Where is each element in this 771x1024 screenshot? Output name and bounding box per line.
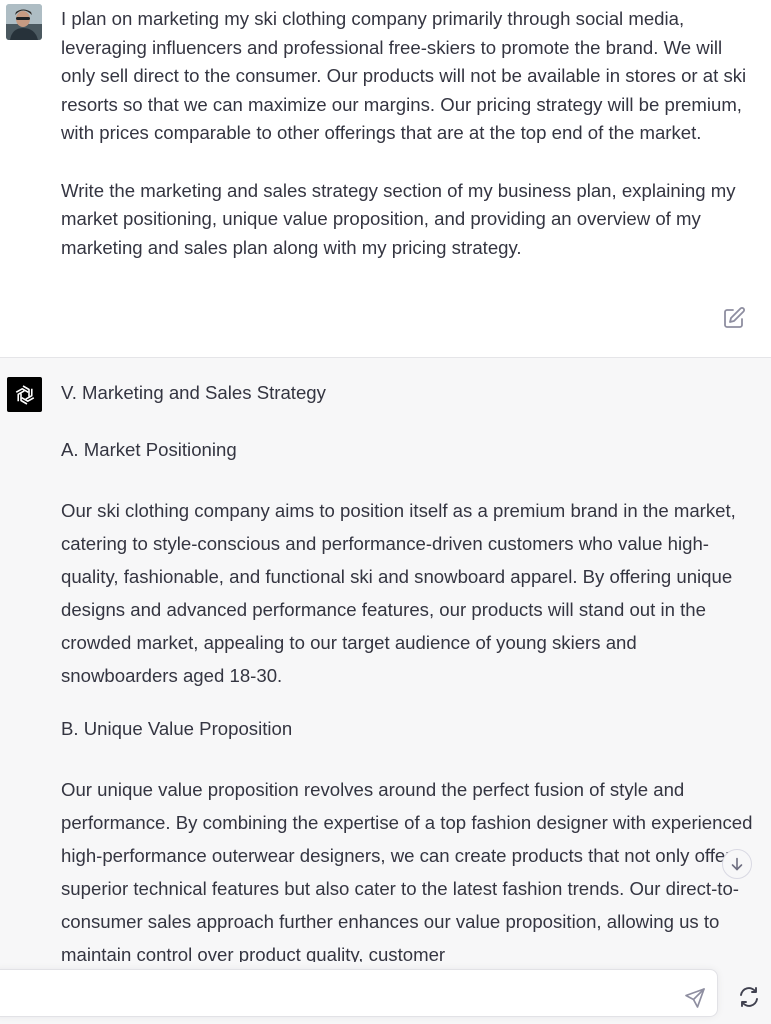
section-heading: B. Unique Value Proposition bbox=[61, 718, 293, 739]
regenerate-button[interactable] bbox=[737, 985, 761, 1009]
openai-logo-icon bbox=[7, 377, 42, 412]
user-message-text: I plan on marketing my ski clothing comp… bbox=[61, 5, 761, 262]
send-button[interactable] bbox=[683, 986, 707, 1010]
chat-page: I plan on marketing my ski clothing comp… bbox=[0, 0, 771, 1024]
message-input-box[interactable] bbox=[0, 969, 718, 1017]
user-avatar bbox=[6, 4, 42, 40]
section-paragraph: Our ski clothing company aims to positio… bbox=[61, 500, 736, 686]
user-paragraph: I plan on marketing my ski clothing comp… bbox=[61, 8, 747, 144]
regenerate-icon bbox=[740, 987, 758, 1007]
user-message: I plan on marketing my ski clothing comp… bbox=[0, 0, 771, 358]
assistant-message: V. Marketing and Sales Strategy A. Marke… bbox=[0, 358, 771, 962]
edit-icon[interactable] bbox=[722, 306, 746, 330]
response-title: V. Marketing and Sales Strategy bbox=[61, 382, 326, 403]
composer-bar bbox=[0, 962, 771, 1024]
scroll-to-bottom-button[interactable] bbox=[722, 849, 752, 879]
send-icon bbox=[685, 988, 705, 1008]
user-paragraph: Write the marketing and sales strategy s… bbox=[61, 179, 736, 258]
section-paragraph: Our unique value proposition revolves ar… bbox=[61, 779, 753, 962]
arrow-down-icon bbox=[731, 857, 743, 871]
section-heading: A. Market Positioning bbox=[61, 439, 237, 460]
message-input[interactable] bbox=[11, 980, 655, 1008]
assistant-message-text: V. Marketing and Sales Strategy A. Marke… bbox=[61, 381, 756, 962]
